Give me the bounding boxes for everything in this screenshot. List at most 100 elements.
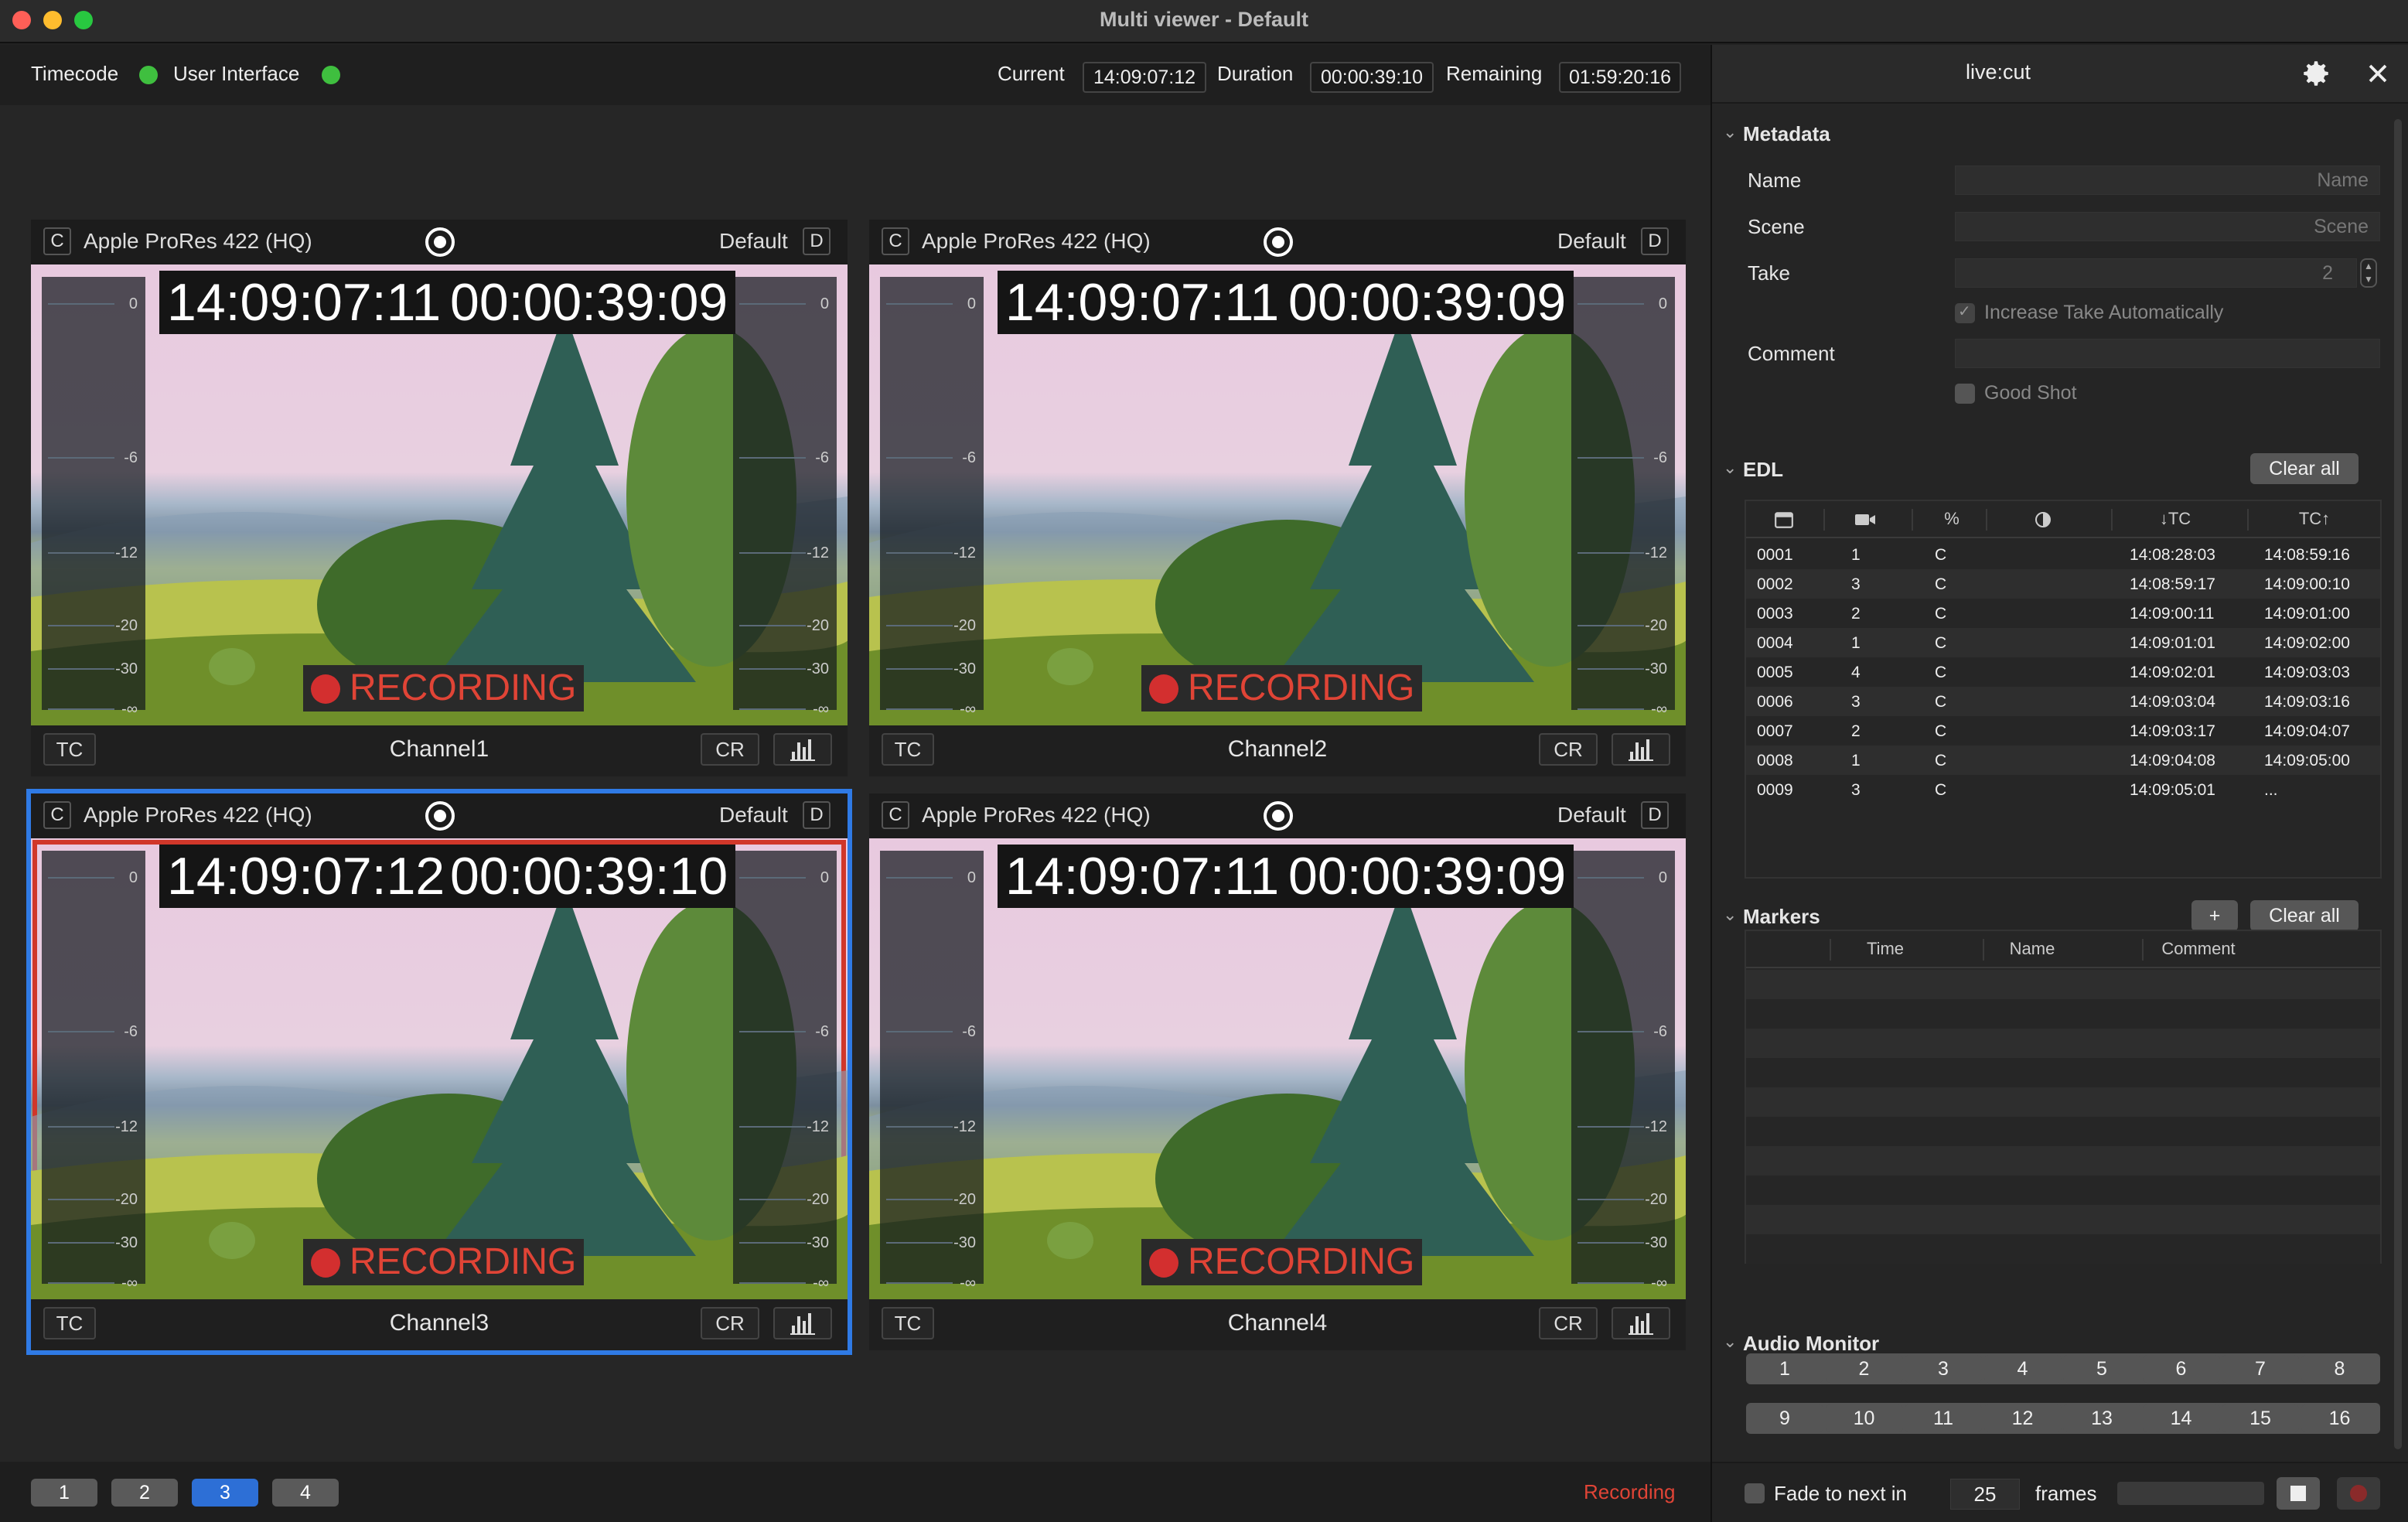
frames-input[interactable]: 25 [1950, 1479, 2020, 1510]
edl-row[interactable]: 0003 2 C 14:09:00:11 14:09:01:00 [1746, 599, 2380, 628]
meter-tick-label: 0 [967, 869, 976, 886]
sidebar-scrollbar[interactable] [2394, 119, 2402, 1449]
c-toggle-button[interactable]: C [43, 227, 71, 255]
camera-icon[interactable] [1854, 512, 1876, 527]
transition-icon[interactable] [2034, 510, 2052, 529]
page-button-3[interactable]: 3 [192, 1479, 258, 1507]
edl-row[interactable]: 0007 2 C 14:09:03:17 14:09:04:07 [1746, 716, 2380, 746]
tc-in-column-header[interactable]: ↓TC [2133, 509, 2218, 529]
markers-clear-all-button[interactable]: Clear all [2250, 900, 2359, 931]
audio-levels-button[interactable] [1612, 1307, 1670, 1339]
meter-tick-label: 0 [128, 295, 138, 312]
d-toggle-button[interactable]: D [1641, 801, 1669, 829]
record-button[interactable] [2337, 1477, 2380, 1510]
audio-channel-button[interactable]: 5 [2063, 1355, 2140, 1383]
add-marker-button[interactable]: + [2191, 900, 2238, 931]
page-button-4[interactable]: 4 [272, 1479, 339, 1507]
record-toggle-icon[interactable] [425, 801, 455, 831]
channel-panel-2[interactable]: C Apple ProRes 422 (HQ) Default D 0 -6 -12… [869, 220, 1686, 776]
take-field[interactable]: 2 [1955, 258, 2357, 288]
marker-comment-column-header[interactable]: Comment [2156, 939, 2241, 959]
edl-row[interactable]: 0002 3 C 14:08:59:17 14:09:00:10 [1746, 569, 2380, 599]
good-shot-checkbox[interactable] [1955, 384, 1975, 404]
edl-row[interactable]: 0006 3 C 14:09:03:04 14:09:03:16 [1746, 687, 2380, 716]
edl-clear-all-button[interactable]: Clear all [2250, 453, 2359, 484]
record-toggle-icon[interactable] [1264, 227, 1293, 257]
window-title: Multi viewer - Default [1099, 8, 1309, 31]
edl-row[interactable]: 0004 1 C 14:09:01:01 14:09:02:00 [1746, 628, 2380, 657]
close-icon[interactable] [2366, 62, 2389, 85]
edl-chevron-icon[interactable]: ⌄ [1723, 458, 1737, 478]
record-toggle-icon[interactable] [1264, 801, 1293, 831]
audio-channel-button[interactable]: 16 [2301, 1404, 2379, 1432]
edl-row[interactable]: 0008 1 C 14:09:04:08 14:09:05:00 [1746, 746, 2380, 775]
edl-cell: 14:09:02:00 [2264, 634, 2350, 652]
preset-label: Default [719, 229, 788, 253]
audio-channel-button[interactable]: 7 [2222, 1355, 2299, 1383]
audio-channel-button[interactable]: 11 [1905, 1404, 1982, 1432]
audio-channel-button[interactable]: 9 [1746, 1404, 1823, 1432]
channel-panel-3[interactable]: C Apple ProRes 422 (HQ) Default D 0 -6 -12… [26, 789, 852, 1355]
cr-button[interactable]: CR [1539, 733, 1598, 766]
fade-to-next-checkbox[interactable] [1745, 1483, 1765, 1503]
d-toggle-button[interactable]: D [1641, 227, 1669, 255]
stop-button[interactable] [2277, 1477, 2320, 1510]
audio-channel-button[interactable]: 8 [2301, 1355, 2379, 1383]
percent-column-header[interactable]: % [1935, 509, 1969, 529]
record-toggle-icon[interactable] [425, 227, 455, 257]
meter-tick-label: -20 [1645, 617, 1667, 634]
audio-channel-button[interactable]: 2 [1825, 1355, 1903, 1383]
d-toggle-button[interactable]: D [803, 227, 831, 255]
c-toggle-button[interactable]: C [43, 801, 71, 829]
calendar-icon[interactable] [1774, 510, 1794, 529]
metadata-chevron-icon[interactable]: ⌄ [1723, 122, 1737, 142]
fade-progress-bar [2117, 1482, 2264, 1505]
tc-button[interactable]: TC [43, 1307, 96, 1339]
page-button-1[interactable]: 1 [31, 1479, 97, 1507]
audio-levels-button[interactable] [1612, 733, 1670, 766]
tc-out-column-header[interactable]: TC↑ [2272, 509, 2357, 529]
edl-row[interactable]: 0009 3 C 14:09:05:01... [1746, 775, 2380, 804]
meter-tick-label: -30 [115, 1234, 138, 1251]
audio-channel-button[interactable]: 15 [2222, 1404, 2299, 1432]
audio-levels-button[interactable] [773, 1307, 832, 1339]
c-toggle-button[interactable]: C [882, 227, 909, 255]
tc-button[interactable]: TC [882, 733, 934, 766]
marker-name-column-header[interactable]: Name [1994, 939, 2071, 959]
video-preview[interactable]: 0 -6 -12 -20 -30 -∞ 0 -6 -12 -20 -30 -∞ 14:09:07:1… [31, 264, 848, 725]
cr-button[interactable]: CR [701, 733, 759, 766]
audio-channel-button[interactable]: 12 [1983, 1404, 2062, 1432]
cr-button[interactable]: CR [1539, 1307, 1598, 1339]
gear-icon[interactable] [2300, 57, 2332, 90]
edl-row[interactable]: 0005 4 C 14:09:02:01 14:09:03:03 [1746, 657, 2380, 687]
comment-field[interactable] [1955, 339, 2380, 368]
marker-time-column-header[interactable]: Time [1847, 939, 1924, 959]
c-toggle-button[interactable]: C [882, 801, 909, 829]
video-preview[interactable]: 0 -6 -12 -20 -30 -∞ 0 -6 -12 -20 -30 -∞ 14:09:07:1… [31, 838, 848, 1299]
recording-status-text: Recording [1584, 1480, 1676, 1503]
video-preview[interactable]: 0 -6 -12 -20 -30 -∞ 0 -6 -12 -20 -30 -∞ 14:09:07:1… [869, 838, 1686, 1299]
audio-channel-button[interactable]: 4 [1983, 1355, 2062, 1383]
audio-channel-button[interactable]: 14 [2142, 1404, 2220, 1432]
tc-button[interactable]: TC [882, 1307, 934, 1339]
audio-channel-button[interactable]: 10 [1825, 1404, 1903, 1432]
tc-button[interactable]: TC [43, 733, 96, 766]
audio-channel-button[interactable]: 1 [1746, 1355, 1823, 1383]
take-stepper[interactable]: ▲ ▼ [2360, 258, 2377, 288]
edl-row[interactable]: 0001 1 C 14:08:28:03 14:08:59:16 [1746, 540, 2380, 569]
audio-chevron-icon[interactable]: ⌄ [1723, 1332, 1737, 1352]
audio-channel-button[interactable]: 3 [1905, 1355, 1982, 1383]
audio-channel-button[interactable]: 13 [2063, 1404, 2140, 1432]
channel-panel-1[interactable]: C Apple ProRes 422 (HQ) Default D 0 -6 -12… [31, 220, 848, 776]
channel-panel-4[interactable]: C Apple ProRes 422 (HQ) Default D 0 -6 -12… [869, 793, 1686, 1350]
audio-levels-button[interactable] [773, 733, 832, 766]
video-preview[interactable]: 0 -6 -12 -20 -30 -∞ 0 -6 -12 -20 -30 -∞ 14:09:07:1… [869, 264, 1686, 725]
increase-take-checkbox[interactable]: ✓ [1955, 303, 1975, 323]
d-toggle-button[interactable]: D [803, 801, 831, 829]
page-button-2[interactable]: 2 [111, 1479, 178, 1507]
markers-chevron-icon[interactable]: ⌄ [1723, 905, 1737, 925]
scene-field[interactable]: Scene [1955, 212, 2380, 241]
name-field[interactable]: Name [1955, 166, 2380, 195]
audio-channel-button[interactable]: 6 [2142, 1355, 2220, 1383]
cr-button[interactable]: CR [701, 1307, 759, 1339]
